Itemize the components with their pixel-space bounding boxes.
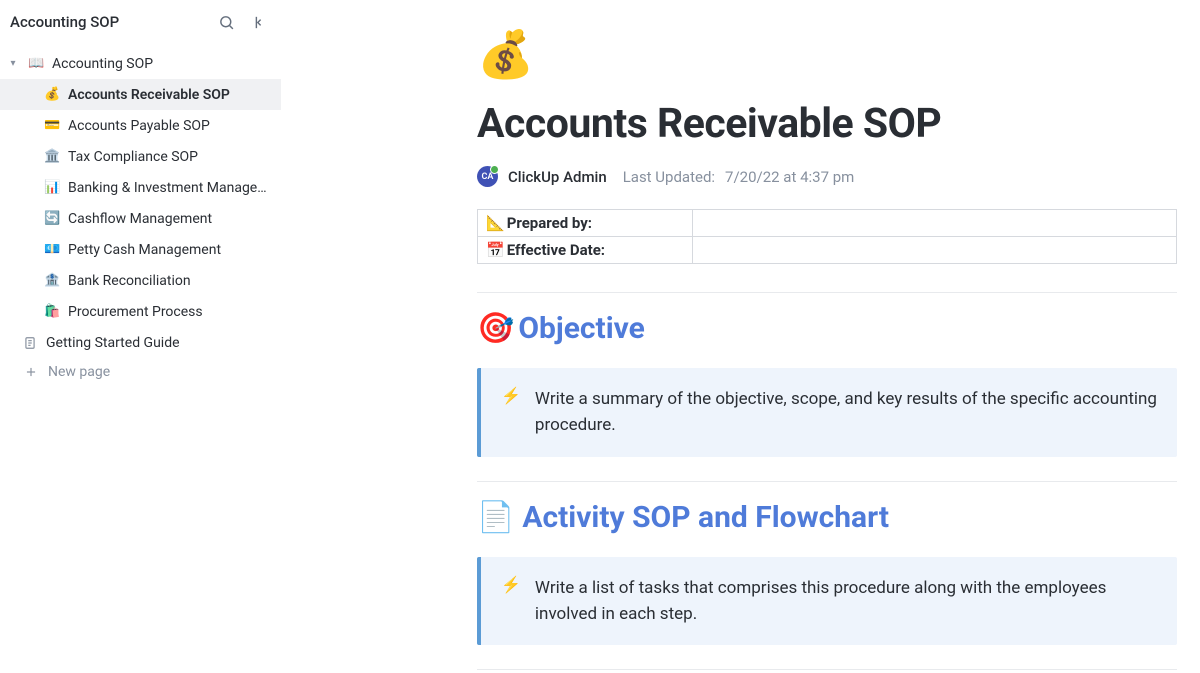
nav-item-icon: 💳	[44, 118, 60, 133]
sidebar-item-6[interactable]: 🏦 Bank Reconciliation	[0, 265, 281, 296]
nav-item-label: Cashflow Management	[68, 211, 212, 227]
book-icon: 📖	[28, 56, 44, 71]
activity-callout-text: Write a list of tasks that comprises thi…	[535, 575, 1157, 628]
nav-item-label: Petty Cash Management	[68, 242, 221, 258]
nav-tree: ▾ 📖 Accounting SOP 💰 Accounts Receivable …	[0, 44, 281, 390]
nav-item-label: Accounts Payable SOP	[68, 118, 210, 134]
page-emoji[interactable]: 💰	[477, 28, 1177, 82]
sidebar-header-actions	[217, 13, 267, 31]
sidebar-item-1[interactable]: 💳 Accounts Payable SOP	[0, 110, 281, 141]
nav-item-icon: 🏛️	[44, 149, 60, 164]
new-page-label: New page	[48, 364, 110, 380]
effective-date-text: Effective Date:	[507, 241, 605, 259]
author-avatar[interactable]: CA	[477, 166, 498, 187]
divider	[477, 481, 1177, 482]
divider	[477, 669, 1177, 670]
prepared-by-label-cell[interactable]: 📐Prepared by:	[478, 210, 693, 237]
collapse-sidebar-icon[interactable]	[249, 13, 267, 31]
sidebar-item-7[interactable]: 🛍️ Procurement Process	[0, 296, 281, 327]
calendar-icon: 📅	[486, 241, 505, 259]
nav-getting-started[interactable]: Getting Started Guide	[0, 327, 281, 358]
lightning-icon: ⚡	[501, 575, 521, 628]
nav-getting-started-label: Getting Started Guide	[46, 335, 180, 351]
nav-item-icon: 📊	[44, 180, 60, 195]
nav-item-label: Bank Reconciliation	[68, 273, 191, 289]
nav-root-label: Accounting SOP	[52, 56, 153, 72]
table-row[interactable]: 📅Effective Date:	[478, 237, 1177, 264]
nav-item-icon: 🏦	[44, 273, 60, 288]
page-meta: CA ClickUp Admin Last Updated: 7/20/22 a…	[477, 166, 1177, 187]
nav-item-label: Tax Compliance SOP	[68, 149, 198, 165]
main-content: 💰 Accounts Receivable SOP CA ClickUp Adm…	[281, 0, 1200, 673]
nav-item-icon: 🔄	[44, 211, 60, 226]
table-row[interactable]: 📐Prepared by:	[478, 210, 1177, 237]
content-wrapper: 💰 Accounts Receivable SOP CA ClickUp Adm…	[477, 28, 1177, 670]
effective-date-label-cell[interactable]: 📅Effective Date:	[478, 237, 693, 264]
updated-date: 7/20/22 at 4:37 pm	[725, 168, 854, 186]
nav-item-label: Procurement Process	[68, 304, 203, 320]
nav-item-icon: 🛍️	[44, 304, 60, 319]
effective-date-value-cell[interactable]	[693, 237, 1177, 264]
objective-title: Objective	[518, 311, 645, 346]
sidebar-item-0[interactable]: 💰 Accounts Receivable SOP	[0, 79, 281, 110]
objective-heading[interactable]: 🎯Objective	[477, 311, 1177, 346]
target-icon: 🎯	[477, 311, 514, 346]
nav-item-icon: 💶	[44, 242, 60, 257]
prepared-by-text: Prepared by:	[507, 214, 592, 232]
nav-item-label: Accounts Receivable SOP	[68, 87, 230, 103]
divider	[477, 292, 1177, 293]
sidebar-item-3[interactable]: 📊 Banking & Investment Managem...	[0, 172, 281, 203]
objective-callout[interactable]: ⚡ Write a summary of the objective, scop…	[477, 368, 1177, 457]
nav-root-accounting-sop[interactable]: ▾ 📖 Accounting SOP	[0, 48, 281, 79]
sidebar-header: Accounting SOP	[0, 0, 281, 44]
activity-title: Activity SOP and Flowchart	[522, 500, 889, 535]
nav-item-label: Banking & Investment Managem...	[68, 180, 271, 196]
sidebar-title: Accounting SOP	[10, 13, 217, 31]
sidebar-item-2[interactable]: 🏛️ Tax Compliance SOP	[0, 141, 281, 172]
sidebar-item-5[interactable]: 💶 Petty Cash Management	[0, 234, 281, 265]
page-icon: 📄	[477, 500, 514, 535]
plus-icon	[24, 365, 38, 379]
page-title[interactable]: Accounts Receivable SOP	[477, 100, 1177, 148]
new-page-button[interactable]: New page	[0, 358, 281, 386]
info-table[interactable]: 📐Prepared by: 📅Effective Date:	[477, 209, 1177, 264]
activity-heading[interactable]: 📄Activity SOP and Flowchart	[477, 500, 1177, 535]
objective-callout-text: Write a summary of the objective, scope,…	[535, 386, 1157, 439]
document-icon	[22, 335, 38, 351]
prepared-by-value-cell[interactable]	[693, 210, 1177, 237]
caret-down-icon[interactable]: ▾	[6, 58, 20, 69]
search-icon[interactable]	[217, 13, 235, 31]
activity-callout[interactable]: ⚡ Write a list of tasks that comprises t…	[477, 557, 1177, 646]
lightning-icon: ⚡	[501, 386, 521, 439]
updated-label: Last Updated:	[623, 168, 715, 186]
nav-item-icon: 💰	[44, 87, 60, 102]
author-name[interactable]: ClickUp Admin	[508, 168, 607, 186]
ruler-icon: 📐	[486, 214, 505, 232]
sidebar: Accounting SOP ▾ 📖 Accounting SOP 💰 Accou…	[0, 0, 281, 673]
sidebar-item-4[interactable]: 🔄 Cashflow Management	[0, 203, 281, 234]
